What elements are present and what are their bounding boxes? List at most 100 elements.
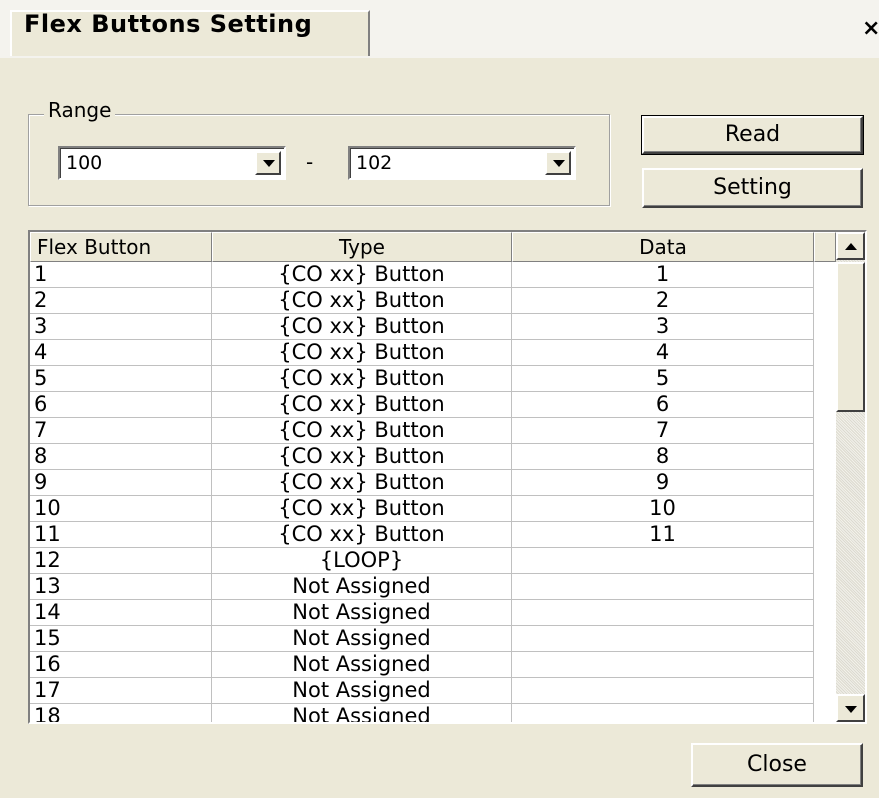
dialog-title: Flex Buttons Setting [24, 10, 313, 38]
table-row[interactable]: 11 {CO xx} Button 11 [30, 522, 814, 548]
title-bar: Flex Buttons Setting × [0, 0, 879, 58]
table-row[interactable]: 7 {CO xx} Button 7 [30, 418, 814, 444]
data-cell [512, 600, 814, 626]
flex-button-cell: 3 [30, 314, 212, 340]
data-cell [512, 574, 814, 600]
table-row[interactable]: 4 {CO xx} Button 4 [30, 340, 814, 366]
table-row[interactable]: 13 Not Assigned [30, 574, 814, 600]
data-cell: 7 [512, 418, 814, 444]
column-header-flex-button[interactable]: Flex Button [30, 232, 212, 262]
data-cell [512, 704, 814, 722]
table-row[interactable]: 9 {CO xx} Button 9 [30, 470, 814, 496]
type-cell: Not Assigned [212, 704, 512, 722]
type-cell: {CO xx} Button [212, 496, 512, 522]
flex-button-cell: 1 [30, 262, 212, 288]
data-cell [512, 652, 814, 678]
flex-button-cell: 2 [30, 288, 212, 314]
range-from-value: 100 [66, 152, 103, 174]
flex-button-grid[interactable]: Flex Button Type Data 1 {CO xx} Button 1 2{… [28, 230, 867, 724]
flex-button-cell: 13 [30, 574, 212, 600]
data-cell [512, 678, 814, 704]
column-header-blank [814, 232, 836, 262]
data-cell: 6 [512, 392, 814, 418]
flex-button-cell: 6 [30, 392, 212, 418]
data-cell: 5 [512, 366, 814, 392]
type-cell: {CO xx} Button [212, 288, 512, 314]
range-separator: - [306, 150, 314, 174]
setting-button[interactable]: Setting [642, 168, 863, 208]
table-row[interactable]: 12 {LOOP} [30, 548, 814, 574]
table-row[interactable]: 14 Not Assigned [30, 600, 814, 626]
data-cell [512, 626, 814, 652]
table-row[interactable]: 15 Not Assigned [30, 626, 814, 652]
flex-button-cell: 18 [30, 704, 212, 722]
grid-rows: 1 {CO xx} Button 1 2 {CO xx} Button 2 3 {CO xx}… [30, 262, 814, 722]
type-cell: {CO xx} Button [212, 470, 512, 496]
flex-button-cell: 15 [30, 626, 212, 652]
table-row[interactable]: 18 Not Assigned [30, 704, 814, 722]
data-cell: 4 [512, 340, 814, 366]
scroll-down-arrow-icon [845, 706, 857, 713]
type-cell: {CO xx} Button [212, 392, 512, 418]
scrollbar-thumb[interactable] [836, 262, 865, 412]
type-cell: {CO xx} Button [212, 314, 512, 340]
type-cell: {CO xx} Button [212, 522, 512, 548]
data-cell: 11 [512, 522, 814, 548]
range-to-dropdown-button[interactable] [545, 151, 571, 175]
type-cell: {LOOP} [212, 548, 512, 574]
data-cell: 10 [512, 496, 814, 522]
type-cell: {CO xx} Button [212, 418, 512, 444]
flex-button-cell: 4 [30, 340, 212, 366]
flex-button-cell: 12 [30, 548, 212, 574]
data-cell: 2 [512, 288, 814, 314]
range-to-value: 102 [356, 152, 393, 174]
type-cell: Not Assigned [212, 626, 512, 652]
data-cell: 9 [512, 470, 814, 496]
range-from-combobox[interactable]: 100 [58, 146, 286, 180]
table-row[interactable]: 8 {CO xx} Button 8 [30, 444, 814, 470]
type-cell: {CO xx} Button [212, 444, 512, 470]
flex-button-cell: 16 [30, 652, 212, 678]
close-button[interactable]: Close [691, 743, 863, 787]
scroll-up-button[interactable] [836, 232, 865, 260]
close-icon[interactable]: × [862, 16, 879, 41]
type-cell: Not Assigned [212, 652, 512, 678]
type-cell: {CO xx} Button [212, 366, 512, 392]
flex-button-cell: 17 [30, 678, 212, 704]
scroll-down-button[interactable] [836, 694, 865, 722]
table-row[interactable]: 1 {CO xx} Button 1 [30, 262, 814, 288]
flex-button-cell: 7 [30, 418, 212, 444]
data-cell: 3 [512, 314, 814, 340]
chevron-down-icon [553, 160, 565, 167]
range-label: Range [44, 98, 116, 122]
table-row[interactable]: 2 {CO xx} Button 2 [30, 288, 814, 314]
flex-button-cell: 8 [30, 444, 212, 470]
table-row[interactable]: 10 {CO xx} Button 10 [30, 496, 814, 522]
read-button[interactable]: Read [641, 115, 864, 155]
type-cell: {CO xx} Button [212, 262, 512, 288]
type-cell: Not Assigned [212, 678, 512, 704]
flex-button-cell: 11 [30, 522, 212, 548]
type-cell: {CO xx} Button [212, 340, 512, 366]
table-row[interactable]: 5 {CO xx} Button 5 [30, 366, 814, 392]
type-cell: Not Assigned [212, 574, 512, 600]
data-cell [512, 548, 814, 574]
flex-button-cell: 10 [30, 496, 212, 522]
flex-button-cell: 5 [30, 366, 212, 392]
column-header-data[interactable]: Data [512, 232, 814, 262]
data-cell: 8 [512, 444, 814, 470]
chevron-down-icon [263, 160, 275, 167]
table-row[interactable]: 6 {CO xx} Button 6 [30, 392, 814, 418]
flex-button-cell: 14 [30, 600, 212, 626]
flex-button-cell: 9 [30, 470, 212, 496]
range-to-combobox[interactable]: 102 [348, 146, 576, 180]
table-row[interactable]: 17 Not Assigned [30, 678, 814, 704]
scroll-up-arrow-icon [845, 243, 857, 250]
table-row[interactable]: 3 {CO xx} Button 3 [30, 314, 814, 340]
range-from-dropdown-button[interactable] [255, 151, 281, 175]
data-cell: 1 [512, 262, 814, 288]
table-row[interactable]: 16 Not Assigned [30, 652, 814, 678]
vertical-scrollbar[interactable] [836, 232, 865, 722]
column-header-type[interactable]: Type [212, 232, 512, 262]
type-cell: Not Assigned [212, 600, 512, 626]
